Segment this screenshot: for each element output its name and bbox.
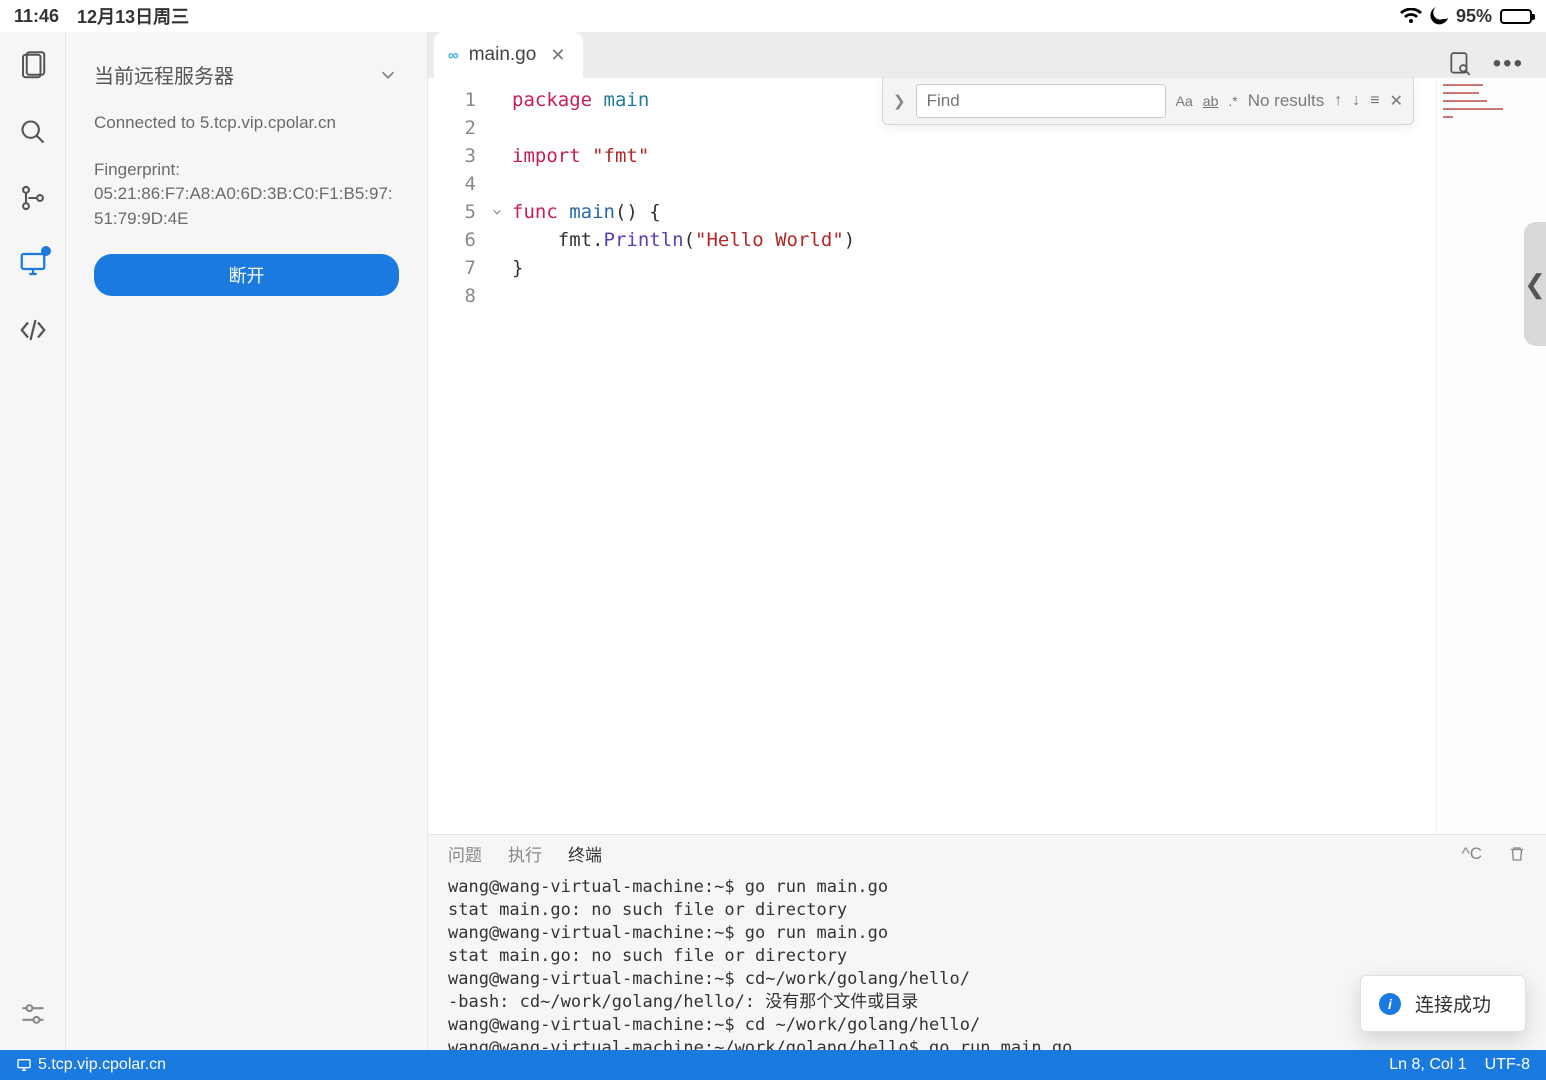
- tab-main-go[interactable]: ∞ main.go ✕: [434, 32, 583, 78]
- fingerprint-value: 05:21:86:F7:A8:A0:6D:3B:C0:F1:B5:97:51:7…: [94, 182, 399, 231]
- clock: 11:46: [14, 6, 59, 27]
- battery-percent: 95%: [1456, 6, 1492, 27]
- disconnect-button[interactable]: 断开: [94, 254, 399, 296]
- search-icon[interactable]: [17, 116, 49, 148]
- moon-icon: [1430, 7, 1448, 25]
- find-expand-icon[interactable]: ❯: [893, 92, 906, 110]
- system-status-bar: 11:46 12月13日周三 95%: [0, 0, 1546, 32]
- remote-sidebar: 当前远程服务器 Connected to 5.tcp.vip.cpolar.cn…: [66, 32, 428, 1050]
- wifi-icon: [1400, 8, 1422, 24]
- status-bar: 5.tcp.vip.cpolar.cn Ln 8, Col 1 UTF-8: [0, 1050, 1546, 1080]
- editor[interactable]: 12345678 package mainimport "fmt"func ma…: [428, 78, 1546, 834]
- date: 12月13日周三: [77, 3, 189, 29]
- tab-label: main.go: [469, 44, 537, 66]
- panel-tab-run[interactable]: 执行: [508, 841, 542, 866]
- encoding[interactable]: UTF-8: [1485, 1056, 1530, 1074]
- find-regex-icon[interactable]: .*: [1228, 93, 1237, 109]
- settings-sliders-icon[interactable]: [17, 998, 49, 1030]
- panel-tab-terminal[interactable]: 终端: [568, 841, 602, 866]
- code-area[interactable]: package mainimport "fmt"func main() { fm…: [508, 78, 1436, 834]
- find-close-icon[interactable]: ✕: [1390, 91, 1403, 111]
- find-selection-icon[interactable]: ≡: [1370, 92, 1379, 110]
- find-input[interactable]: [916, 84, 1166, 118]
- badge-dot-icon: [41, 246, 51, 256]
- sidebar-title: 当前远程服务器: [94, 60, 234, 89]
- line-gutter: 12345678: [428, 78, 486, 834]
- fingerprint-block: Fingerprint: 05:21:86:F7:A8:A0:6D:3B:C0:…: [94, 158, 399, 232]
- terminal-ctrlc-icon[interactable]: ^C: [1462, 844, 1482, 864]
- more-icon[interactable]: •••: [1493, 50, 1524, 78]
- toast-notification: i 连接成功: [1360, 975, 1526, 1032]
- remote-host: 5.tcp.vip.cpolar.cn: [38, 1056, 166, 1074]
- minimap[interactable]: [1436, 78, 1546, 834]
- cursor-position[interactable]: Ln 8, Col 1: [1389, 1056, 1466, 1074]
- find-widget: ❯ Aa ab .* No results ↑ ↓ ≡ ✕: [882, 78, 1414, 125]
- tab-bar: ∞ main.go ✕ •••: [428, 32, 1546, 78]
- fold-toggle-icon[interactable]: [486, 198, 508, 226]
- fingerprint-label: Fingerprint:: [94, 158, 399, 183]
- toast-message: 连接成功: [1415, 990, 1491, 1017]
- terminal-trash-icon[interactable]: [1508, 845, 1526, 863]
- find-in-file-icon[interactable]: [1447, 51, 1473, 77]
- source-control-icon[interactable]: [17, 182, 49, 214]
- find-next-icon[interactable]: ↓: [1352, 92, 1360, 110]
- battery-icon: [1500, 9, 1532, 24]
- info-icon: i: [1379, 993, 1401, 1015]
- connected-to: Connected to 5.tcp.vip.cpolar.cn: [94, 111, 399, 136]
- tab-close-icon[interactable]: ✕: [546, 45, 569, 66]
- find-prev-icon[interactable]: ↑: [1334, 92, 1342, 110]
- code-icon[interactable]: [17, 314, 49, 346]
- panel-tab-problems[interactable]: 问题: [448, 841, 482, 866]
- find-results: No results: [1248, 91, 1325, 111]
- activity-bar: [0, 32, 66, 1050]
- find-word-icon[interactable]: ab: [1203, 93, 1219, 109]
- go-file-icon: ∞: [448, 47, 459, 64]
- explorer-icon[interactable]: [17, 50, 49, 82]
- fold-column: [486, 78, 508, 834]
- find-case-icon[interactable]: Aa: [1176, 93, 1193, 109]
- remote-status[interactable]: 5.tcp.vip.cpolar.cn: [16, 1056, 166, 1074]
- main-area: ∞ main.go ✕ ••• 12345678 package mainimp…: [428, 32, 1546, 1050]
- side-drawer-handle[interactable]: ❮: [1524, 222, 1546, 346]
- chevron-down-icon[interactable]: [377, 64, 399, 86]
- remote-explorer-icon[interactable]: [17, 248, 49, 280]
